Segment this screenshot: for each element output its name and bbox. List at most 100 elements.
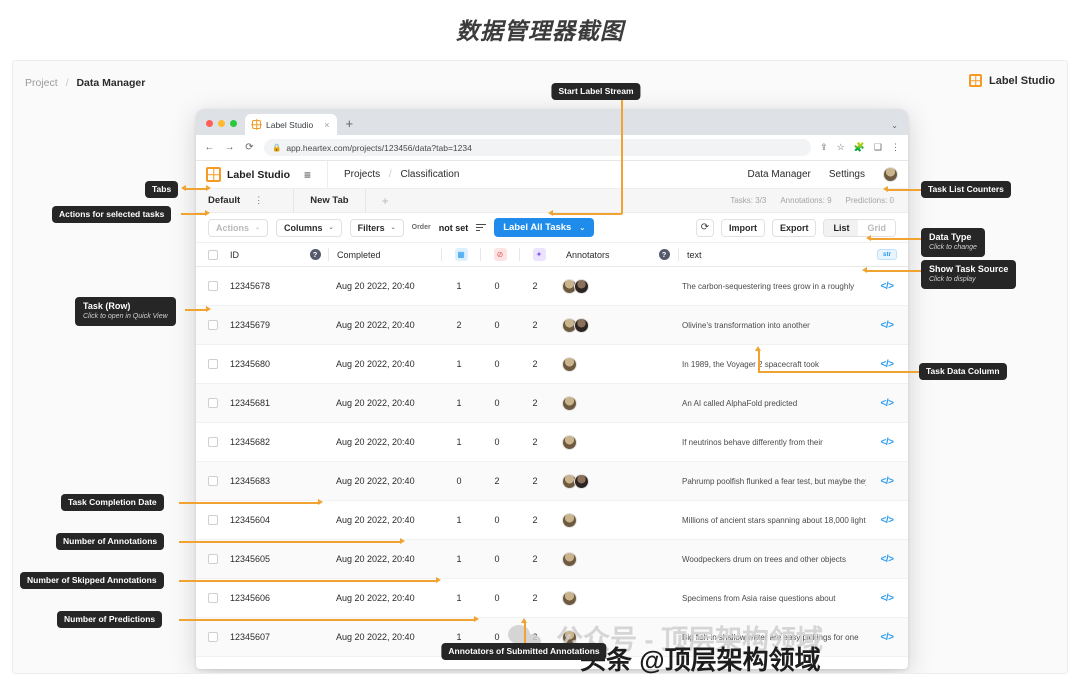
- row-checkbox[interactable]: [208, 359, 218, 369]
- column-header-skipped[interactable]: ⊘: [481, 243, 519, 266]
- row-checkbox-cell[interactable]: [196, 306, 230, 344]
- cell-task-source[interactable]: </>: [866, 306, 908, 344]
- select-all-checkbox-cell[interactable]: [196, 243, 230, 266]
- column-header-annotations[interactable]: ▦: [442, 243, 480, 266]
- cell-task-source[interactable]: </>: [866, 384, 908, 422]
- tab-options-kebab-icon[interactable]: ⋮: [254, 195, 263, 206]
- cell-task-source[interactable]: </>: [866, 462, 908, 500]
- row-checkbox-cell[interactable]: [196, 540, 230, 578]
- task-source-code-icon[interactable]: </>: [881, 476, 894, 487]
- data-type-badge[interactable]: str: [876, 249, 898, 260]
- row-checkbox-cell[interactable]: [196, 423, 230, 461]
- row-checkbox[interactable]: [208, 281, 218, 291]
- annotator-avatar[interactable]: [574, 317, 589, 333]
- breadcrumb-project[interactable]: Project: [25, 77, 58, 89]
- table-row[interactable]: 12345606 Aug 20 2022, 20:40 1 0 2 Specimens f…: [196, 579, 908, 618]
- help-icon[interactable]: ?: [658, 249, 670, 260]
- nav-data-manager[interactable]: Data Manager: [747, 169, 810, 180]
- table-row[interactable]: 12345681 Aug 20 2022, 20:40 1 0 2 An AI calle…: [196, 384, 908, 423]
- task-source-code-icon[interactable]: </>: [881, 593, 894, 604]
- view-mode-list[interactable]: List: [824, 219, 859, 236]
- row-checkbox-cell[interactable]: [196, 501, 230, 539]
- column-header-annotators[interactable]: Annotators: [558, 243, 650, 266]
- data-type-badge-cell[interactable]: str: [866, 243, 908, 266]
- task-source-code-icon[interactable]: </>: [881, 632, 894, 643]
- import-button[interactable]: Import: [720, 218, 765, 237]
- ls-brand[interactable]: Label Studio: [206, 167, 290, 182]
- task-source-code-icon[interactable]: </>: [881, 515, 894, 526]
- close-tab-icon[interactable]: ×: [324, 120, 329, 130]
- table-row[interactable]: 12345679 Aug 20 2022, 20:40 2 0 2 Olivine's t…: [196, 306, 908, 345]
- forward-arrow-icon[interactable]: →: [224, 142, 235, 153]
- annotator-avatar[interactable]: [562, 551, 577, 567]
- column-header-text[interactable]: text: [679, 243, 866, 266]
- task-source-code-icon[interactable]: </>: [881, 359, 894, 370]
- annotators-help-icon-cell[interactable]: ?: [650, 243, 678, 266]
- browser-tab[interactable]: Label Studio ×: [245, 114, 337, 135]
- annotator-avatar[interactable]: [562, 590, 577, 606]
- filters-dropdown[interactable]: Filters ⌄: [349, 218, 404, 237]
- row-checkbox-cell[interactable]: [196, 345, 230, 383]
- task-source-code-icon[interactable]: </>: [881, 437, 894, 448]
- row-checkbox[interactable]: [208, 398, 218, 408]
- bookmark-star-icon[interactable]: ☆: [837, 142, 845, 153]
- url-input[interactable]: 🔒 app.heartex.com/projects/123456/data?t…: [264, 139, 812, 156]
- refresh-button[interactable]: ⟳: [695, 218, 714, 237]
- task-source-code-icon[interactable]: </>: [881, 398, 894, 409]
- sort-direction-icon[interactable]: [476, 223, 487, 232]
- actions-dropdown[interactable]: Actions ⌄: [208, 218, 269, 237]
- annotator-avatar[interactable]: [562, 356, 577, 372]
- annotator-avatar[interactable]: [562, 395, 577, 411]
- cell-task-source[interactable]: </>: [866, 540, 908, 578]
- table-row[interactable]: 12345682 Aug 20 2022, 20:40 1 0 2 If neutrino…: [196, 423, 908, 462]
- row-checkbox-cell[interactable]: [196, 267, 230, 305]
- hamburger-menu-icon[interactable]: ≡: [304, 168, 311, 182]
- more-menu-icon[interactable]: ⋮: [891, 142, 900, 153]
- cell-task-source[interactable]: </>: [866, 618, 908, 656]
- row-checkbox[interactable]: [208, 515, 218, 525]
- close-window-button[interactable]: [206, 120, 213, 127]
- row-checkbox[interactable]: [208, 632, 218, 642]
- annotator-avatar[interactable]: [562, 512, 577, 528]
- help-icon[interactable]: ?: [309, 249, 321, 260]
- cell-task-source[interactable]: </>: [866, 501, 908, 539]
- cell-task-source[interactable]: </>: [866, 345, 908, 383]
- cell-task-source[interactable]: </>: [866, 267, 908, 305]
- row-checkbox-cell[interactable]: [196, 462, 230, 500]
- maximize-window-button[interactable]: [230, 120, 237, 127]
- row-checkbox[interactable]: [208, 320, 218, 330]
- cell-task-source[interactable]: </>: [866, 423, 908, 461]
- back-arrow-icon[interactable]: ←: [204, 142, 215, 153]
- label-all-tasks-button[interactable]: Label All Tasks ⌄: [494, 218, 595, 237]
- order-value[interactable]: not set: [439, 223, 469, 233]
- row-checkbox[interactable]: [208, 476, 218, 486]
- tab-default[interactable]: Default: [208, 195, 240, 206]
- tab-new-tab[interactable]: New Tab: [310, 195, 348, 206]
- columns-dropdown[interactable]: Columns ⌄: [276, 218, 342, 237]
- column-header-completed[interactable]: Completed: [329, 243, 441, 266]
- nav-settings[interactable]: Settings: [829, 169, 865, 180]
- view-mode-grid[interactable]: Grid: [858, 219, 895, 236]
- select-all-checkbox[interactable]: [208, 249, 218, 260]
- tab-search-chevron-down-icon[interactable]: ⌄: [891, 121, 898, 130]
- table-row[interactable]: 12345678 Aug 20 2022, 20:40 1 0 2 The carbon-…: [196, 267, 908, 306]
- user-avatar[interactable]: [883, 167, 898, 182]
- reload-icon[interactable]: ⟳: [244, 142, 255, 153]
- table-row[interactable]: 12345683 Aug 20 2022, 20:40 0 2 2 Pahrump poo…: [196, 462, 908, 501]
- task-source-code-icon[interactable]: </>: [881, 320, 894, 331]
- id-help-icon-cell[interactable]: ?: [302, 243, 328, 266]
- extensions-icon[interactable]: 🧩: [854, 142, 865, 153]
- task-source-code-icon[interactable]: </>: [881, 554, 894, 565]
- new-tab-button[interactable]: +: [337, 116, 363, 135]
- row-checkbox-cell[interactable]: [196, 579, 230, 617]
- cell-task-source[interactable]: </>: [866, 579, 908, 617]
- ls-breadcrumb-projects[interactable]: Projects: [344, 169, 380, 180]
- row-checkbox[interactable]: [208, 554, 218, 564]
- annotator-avatar[interactable]: [574, 473, 589, 489]
- add-tab-icon[interactable]: +: [382, 194, 389, 208]
- row-checkbox[interactable]: [208, 593, 218, 603]
- annotator-avatar[interactable]: [562, 434, 577, 450]
- table-row[interactable]: 12345604 Aug 20 2022, 20:40 1 0 2 Millions of…: [196, 501, 908, 540]
- share-icon[interactable]: ⇪: [820, 142, 828, 153]
- row-checkbox[interactable]: [208, 437, 218, 447]
